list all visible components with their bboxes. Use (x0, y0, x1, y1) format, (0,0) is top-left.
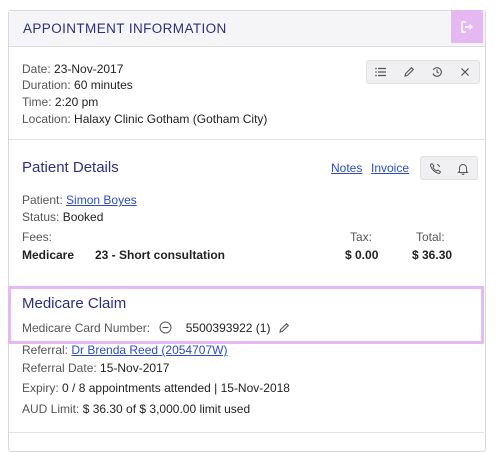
time-row: Time: 2:20 pm (22, 95, 98, 109)
aud-limit-label: AUD Limit: (22, 402, 80, 416)
exit-button[interactable] (451, 10, 483, 43)
patient-toolbar (420, 156, 478, 180)
appointment-toolbar (366, 60, 480, 84)
location-label: Location: (22, 112, 71, 126)
edit-card-icon[interactable] (278, 322, 290, 337)
status-label: Status: (22, 210, 60, 224)
status-value: Booked (62, 210, 104, 224)
duration-row: Duration: 60 minutes (22, 78, 133, 92)
referral-date-label: Referral Date: (22, 361, 97, 375)
time-label: Time: (22, 95, 52, 109)
panel-header: APPOINTMENT INFORMATION (9, 11, 485, 47)
expiry-row: Expiry: 0 / 8 appointments attended | 15… (22, 381, 290, 395)
referral-row: Referral: Dr Brenda Reed (2054707W) (22, 343, 227, 357)
bell-icon[interactable] (455, 160, 471, 176)
medicare-card-number: 5500393922 (1) (185, 321, 271, 335)
medicare-card-label: Medicare Card Number: (22, 321, 151, 335)
referral-link[interactable]: Dr Brenda Reed (2054707W) (71, 343, 227, 357)
referral-date-row: Referral Date: 15-Nov-2017 (22, 361, 169, 375)
patient-label: Patient: (22, 193, 63, 207)
referral-date-value: 15-Nov-2017 (100, 361, 170, 375)
exit-icon (461, 20, 473, 33)
date-row: Date: 23-Nov-2017 (22, 62, 123, 76)
duration-value: 60 minutes (74, 78, 133, 92)
phone-icon[interactable] (427, 160, 443, 176)
medicare-card-row: Medicare Card Number: 5500393922 (1) (22, 321, 290, 337)
aud-limit-value: $ 36.30 of $ 3,000.00 limit used (82, 402, 251, 416)
tax-column-header: Tax: (350, 230, 373, 244)
fees-label: Fees: (22, 230, 53, 244)
aud-limit-row: AUD Limit: $ 36.30 of $ 3,000.00 limit u… (22, 402, 250, 416)
fee-payer: Medicare (22, 248, 75, 262)
patient-name-link[interactable]: Simon Boyes (66, 193, 137, 207)
time-value: 2:20 pm (54, 95, 99, 109)
duration-label: Duration: (22, 78, 71, 92)
divider (9, 432, 484, 433)
divider (9, 139, 484, 140)
referral-label: Referral: (22, 343, 69, 357)
invoice-link[interactable]: Invoice (371, 161, 409, 175)
fee-item: 23 - Short consultation (95, 248, 226, 262)
panel-title: APPOINTMENT INFORMATION (23, 21, 227, 36)
pencil-icon[interactable] (401, 64, 417, 80)
patient-details-title: Patient Details (22, 159, 119, 176)
location-row: Location: Halaxy Clinic Gotham (Gotham C… (22, 112, 267, 126)
total-column-header: Total: (416, 230, 445, 244)
date-value: 23-Nov-2017 (54, 62, 124, 76)
status-row: Status: Booked (22, 210, 103, 224)
notes-link[interactable]: Notes (331, 161, 362, 175)
history-icon[interactable] (429, 64, 445, 80)
medicare-claim-popup: Medicare Claim Medicare Card Number: 550… (8, 286, 484, 344)
close-icon[interactable] (457, 64, 473, 80)
date-label: Date: (22, 62, 51, 76)
list-icon[interactable] (373, 64, 389, 80)
fee-total: $ 36.30 (412, 248, 453, 262)
patient-row: Patient: Simon Boyes (22, 193, 137, 207)
expiry-label: Expiry: (22, 381, 59, 395)
medicare-claim-title: Medicare Claim (22, 295, 127, 312)
fee-tax: $ 0.00 (345, 248, 379, 262)
expiry-value: 0 / 8 appointments attended | 15-Nov-201… (62, 381, 290, 395)
location-value: Halaxy Clinic Gotham (Gotham City) (74, 112, 268, 126)
remove-icon[interactable] (159, 321, 172, 337)
